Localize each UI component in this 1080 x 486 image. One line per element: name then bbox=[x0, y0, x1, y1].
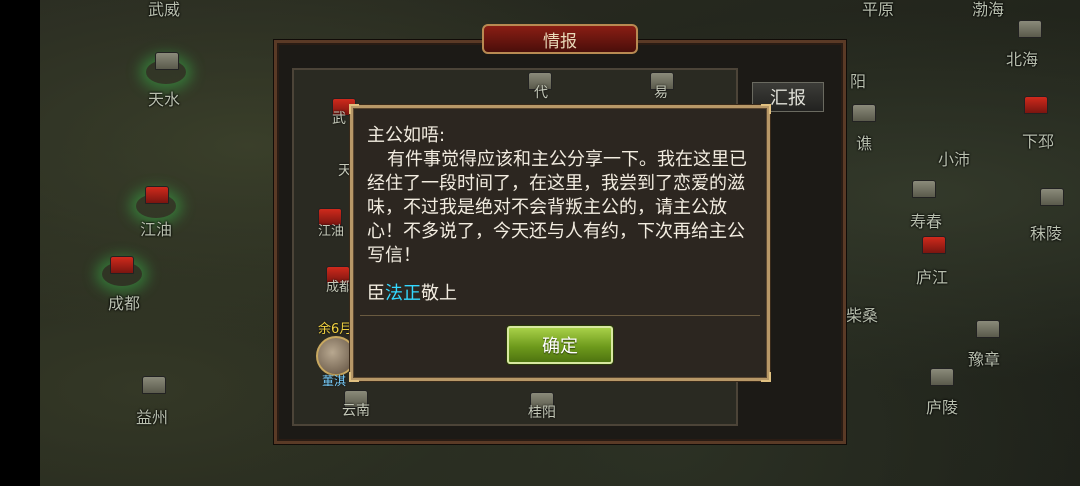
frame-corner bbox=[349, 104, 359, 114]
city-marker-shouchun[interactable] bbox=[912, 180, 936, 198]
city-marker-yizhou[interactable] bbox=[142, 376, 166, 394]
letter-greeting: 主公如唔: bbox=[367, 125, 446, 146]
city-yuzhang[interactable]: 豫章 bbox=[968, 346, 1000, 370]
city-marker-tianshui[interactable] bbox=[155, 52, 179, 70]
frame-corner bbox=[761, 372, 771, 382]
minimap-city-dai[interactable]: 代 bbox=[534, 82, 548, 102]
city-marker-jiangyou[interactable] bbox=[145, 186, 169, 204]
signature-suffix: 敬上 bbox=[421, 283, 457, 304]
city-marker-luling[interactable] bbox=[930, 368, 954, 386]
city-chaisang[interactable]: 柴桑 bbox=[846, 302, 878, 326]
city-marker-qiao[interactable] bbox=[852, 104, 876, 122]
city-marker-xiapi[interactable] bbox=[1024, 96, 1048, 114]
minimap-city-yunnan[interactable]: 云南 bbox=[342, 400, 370, 420]
frame-corner bbox=[761, 104, 771, 114]
minimap-city-guiyang[interactable]: 桂阳 bbox=[528, 402, 556, 422]
city-marker-chengdu[interactable] bbox=[110, 256, 134, 274]
intel-panel-title: 情报 bbox=[482, 24, 638, 54]
city-moling[interactable]: 秣陵 bbox=[1030, 220, 1062, 244]
minimap-city-wu[interactable]: 武 bbox=[332, 108, 346, 128]
general-name: 董淇 bbox=[322, 374, 347, 388]
city-jiangyou[interactable]: 江油 bbox=[140, 216, 172, 240]
city-tianshui[interactable]: 天水 bbox=[148, 86, 180, 110]
minimap-city-chengdu[interactable]: 成都 bbox=[326, 276, 352, 295]
city-yizhou[interactable]: 益州 bbox=[136, 404, 168, 428]
city-marker-yuzhang[interactable] bbox=[976, 320, 1000, 338]
city-beihai[interactable]: 北海 bbox=[1006, 46, 1038, 70]
city-wuwei[interactable]: 武威 bbox=[148, 0, 180, 20]
minimap-city-jiangyou[interactable]: 江油 bbox=[318, 220, 344, 239]
letter-content: 主公如唔: 有件事觉得应该和主公分享一下。我在这里已经住了一段时间了，在这里，我… bbox=[367, 124, 759, 306]
dialog-divider bbox=[360, 315, 760, 316]
city-pingyuan[interactable]: 平原 bbox=[862, 0, 894, 20]
city-marker-lujiang[interactable] bbox=[922, 236, 946, 254]
city-qiao[interactable]: 谯 bbox=[856, 130, 872, 154]
city-luling[interactable]: 庐陵 bbox=[926, 394, 958, 418]
letter-signature: 臣法正敬上 bbox=[367, 282, 759, 306]
signature-prefix: 臣 bbox=[367, 283, 385, 304]
frame-corner bbox=[349, 372, 359, 382]
city-shouchun[interactable]: 寿春 bbox=[910, 208, 942, 232]
city-xiapi[interactable]: 下邳 bbox=[1022, 128, 1054, 152]
general-remaining-time: 余6月 bbox=[318, 322, 353, 337]
city-xiaopei[interactable]: 小沛 bbox=[938, 146, 970, 170]
city-lujiang[interactable]: 庐江 bbox=[916, 264, 948, 288]
letter-body: 有件事觉得应该和主公分享一下。我在这里已经住了一段时间了，在这里，我尝到了恋爱的… bbox=[367, 149, 747, 266]
city-chengdu[interactable]: 成都 bbox=[108, 290, 140, 314]
city-yang[interactable]: 阳 bbox=[850, 68, 866, 92]
screen-left-edge bbox=[0, 0, 40, 486]
sender-name: 法正 bbox=[385, 283, 421, 304]
city-bohai[interactable]: 渤海 bbox=[972, 0, 1004, 20]
minimap-city-yi[interactable]: 易 bbox=[654, 82, 668, 102]
city-marker-moling[interactable] bbox=[1040, 188, 1064, 206]
city-marker-beihai[interactable] bbox=[1018, 20, 1042, 38]
confirm-button[interactable]: 确定 bbox=[507, 326, 613, 364]
